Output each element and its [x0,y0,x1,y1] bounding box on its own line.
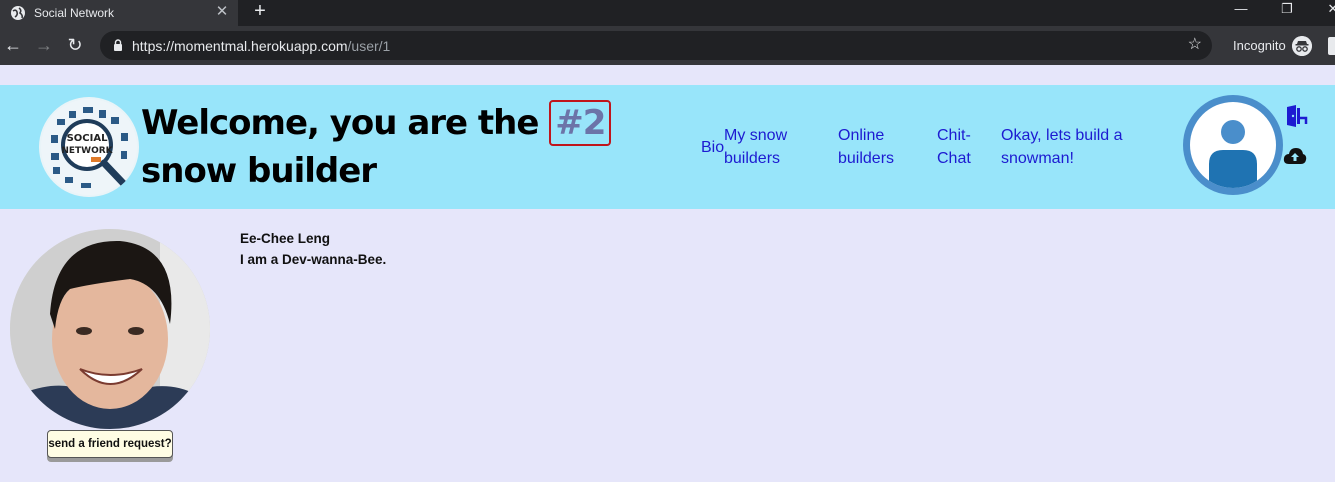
logout-icon[interactable] [1284,105,1308,127]
profile-photo-image [10,229,210,429]
url-path: /user/1 [347,38,391,54]
new-tab-button[interactable]: + [250,0,270,24]
address-bar[interactable]: https://momentmal.herokuapp.com/user/1 ☆ [100,31,1212,60]
browser-toolbar: ← → ↻ https://momentmal.herokuapp.com/us… [0,26,1335,65]
incognito-label: Incognito [1233,38,1286,53]
minimize-icon[interactable]: — [1226,0,1256,22]
person-icon [1209,120,1257,188]
tab-close-icon[interactable]: ✕ [214,3,230,21]
site-header: SOCIAL NETWORK Welcome, you are the #2 s… [0,85,1335,209]
reload-icon[interactable]: ↻ [64,34,86,56]
nav-link-my-snow-builders[interactable]: My snow builders [724,124,824,170]
back-icon[interactable]: ← [2,34,24,56]
rank-badge: #2 [549,100,612,146]
cloud-upload-icon[interactable] [1283,147,1307,165]
url-host: https://momentmal.herokuapp.com [132,38,348,54]
url-text: https://momentmal.herokuapp.com/user/1 [132,38,390,54]
nav-link-build-snowman[interactable]: Okay, lets build a snowman! [1001,124,1141,170]
headline-post: snow builder [141,151,377,191]
profile-photo [10,229,210,429]
restore-icon[interactable]: ❐ [1272,0,1302,22]
logo-text-top: SOCIAL [67,133,109,144]
lock-icon [114,39,122,51]
tab-title: Social Network [34,6,115,20]
nav-link-online-builders[interactable]: Online builders [838,124,918,170]
page-title: Welcome, you are the #2 snow builder [141,99,661,195]
friend-request-button[interactable]: send a friend request? [47,430,173,458]
browser-tab[interactable]: Social Network ✕ [0,0,238,26]
bookmark-star-icon[interactable]: ☆ [1188,36,1202,54]
globe-icon [11,6,25,20]
logo-text-bottom: NETWORK [61,146,113,156]
avatar-placeholder [1190,102,1276,188]
nav-link-chit-chat[interactable]: Chit-Chat [937,124,981,170]
user-name: Ee-Chee Leng [240,231,331,246]
headline-pre: Welcome, you are the [141,103,550,143]
forward-icon[interactable]: → [33,34,55,56]
nav-link-bio[interactable]: Bio [701,136,724,159]
incognito-icon[interactable] [1292,36,1312,56]
user-avatar[interactable] [1183,95,1283,195]
social-network-logo-icon: SOCIAL NETWORK [41,99,137,195]
user-bio: I am a Dev-wanna-Bee. [240,252,387,267]
menu-edge [1328,37,1335,55]
browser-tab-strip: Social Network ✕ + — ❐ ✕ [0,0,1335,26]
window-close-icon[interactable]: ✕ [1318,0,1335,22]
site-logo[interactable]: SOCIAL NETWORK [39,97,139,197]
